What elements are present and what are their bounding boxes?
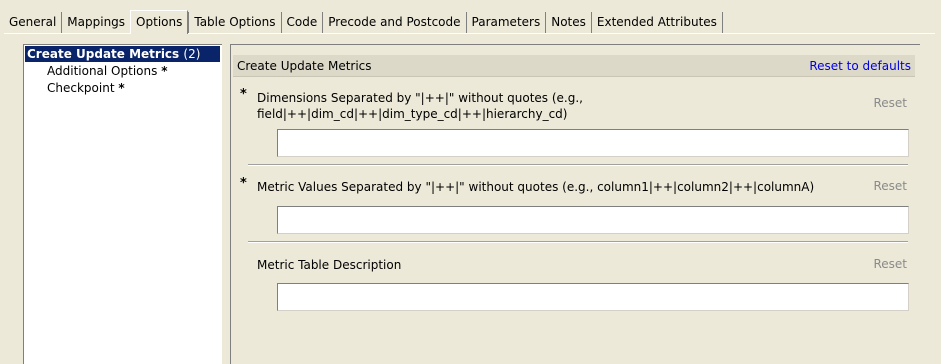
metric-table-description-reset-button[interactable]: Reset: [873, 257, 907, 271]
options-form: Create Update Metrics Reset to defaults …: [230, 44, 920, 364]
tab-code[interactable]: Code: [280, 12, 323, 33]
tab-table-options[interactable]: Table Options: [188, 12, 280, 33]
metric-values-input[interactable]: [277, 206, 909, 234]
form-title: Create Update Metrics: [237, 59, 372, 73]
dimensions-input[interactable]: [277, 129, 909, 157]
field-separator: [248, 164, 908, 166]
required-marker: *: [240, 87, 247, 102]
tab-options[interactable]: Options: [130, 10, 189, 34]
tab-parameters[interactable]: Parameters: [465, 12, 546, 33]
tab-strip: General Mappings Options Table Options C…: [4, 10, 723, 34]
tree-item-label: Additional Options: [47, 64, 158, 78]
tree-item-additional-options[interactable]: Additional Options *: [47, 64, 167, 79]
metric-table-description-input[interactable]: [277, 283, 909, 311]
modified-marker: *: [161, 64, 168, 78]
tab-notes[interactable]: Notes: [545, 12, 591, 33]
tree-item-count: (2): [183, 47, 201, 61]
metric-values-label: Metric Values Separated by "|++|" withou…: [257, 179, 814, 195]
required-marker: *: [240, 176, 247, 191]
metric-values-reset-button[interactable]: Reset: [873, 179, 907, 193]
tree-item-create-update-metrics[interactable]: Create Update Metrics (2): [25, 46, 220, 62]
reset-to-defaults-link[interactable]: Reset to defaults: [809, 59, 911, 73]
metric-table-description-label: Metric Table Description: [257, 257, 401, 273]
dimensions-reset-button[interactable]: Reset: [873, 96, 907, 110]
label-line: Metric Values Separated by "|++|" withou…: [257, 180, 815, 194]
field-separator: [248, 241, 908, 243]
form-header: Create Update Metrics Reset to defaults: [233, 55, 915, 77]
dimensions-label: Dimensions Separated by "|++|" without q…: [257, 90, 583, 122]
tab-precode-and-postcode[interactable]: Precode and Postcode: [322, 12, 465, 33]
tree-item-checkpoint[interactable]: Checkpoint *: [47, 81, 125, 96]
label-line: Dimensions Separated by "|++|" without q…: [257, 91, 583, 105]
tree-item-label: Create Update Metrics: [27, 47, 180, 61]
options-tree: Create Update Metrics (2) Additional Opt…: [23, 44, 222, 364]
tab-mappings[interactable]: Mappings: [61, 12, 130, 33]
tree-item-label: Checkpoint: [47, 81, 115, 95]
label-line: field|++|dim_cd|++|dim_type_cd|++|hierar…: [257, 107, 568, 121]
modified-marker: *: [118, 81, 125, 95]
tab-general[interactable]: General: [4, 12, 61, 33]
tab-extended-attributes[interactable]: Extended Attributes: [590, 12, 723, 33]
label-line: Metric Table Description: [257, 258, 402, 272]
